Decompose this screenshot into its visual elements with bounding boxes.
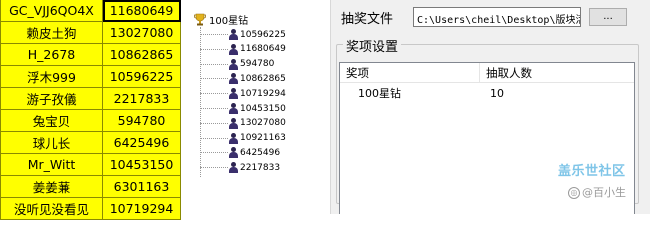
tree-item[interactable]: 10921163 <box>200 132 286 145</box>
person-icon <box>229 103 238 114</box>
tree-branch-line <box>200 93 228 95</box>
tree-branch-line <box>200 63 228 65</box>
tree-branch-line <box>200 78 228 80</box>
watermark-author: ◎ @百小生 <box>568 184 626 200</box>
prize-tree[interactable]: 100星钻 10596225 11680649 594780 10862865 1071… <box>190 0 330 214</box>
player-id-cell[interactable]: 10453150 <box>102 153 181 176</box>
tree-branch-line <box>200 167 228 169</box>
tree-branch-line <box>200 152 228 154</box>
player-name-cell[interactable]: 赖皮土狗 <box>0 21 103 44</box>
player-table: GC_VJJ6QO4X 11680649 赖皮土狗 13027080 H_2678 108… <box>0 0 181 220</box>
tree-item[interactable]: 2217833 <box>200 161 280 174</box>
tree-item-label: 11680649 <box>240 44 286 55</box>
player-id-cell[interactable]: 10596225 <box>102 65 181 88</box>
tree-item[interactable]: 11680649 <box>200 43 286 56</box>
player-name-cell[interactable]: 球儿长 <box>0 131 103 154</box>
watermark-title: 盖乐世社区 <box>558 164 626 179</box>
tree-item-label: 6425496 <box>240 147 281 158</box>
table-row[interactable]: 浮木999 10596225 <box>0 65 181 88</box>
table-row[interactable]: 姜姜蒹 6301163 <box>0 175 181 198</box>
table-row[interactable]: H_2678 10862865 <box>0 43 181 66</box>
lottery-file-label: 抽奖文件 <box>341 12 394 27</box>
table-row[interactable]: Mr_Witt 10453150 <box>0 153 181 176</box>
player-name-cell[interactable]: 没听见没看见 <box>0 197 103 220</box>
tree-item[interactable]: 10453150 <box>200 102 286 115</box>
tree-item-label: 13027080 <box>240 118 286 129</box>
player-name-cell[interactable]: Mr_Witt <box>0 153 103 176</box>
tree-item-label: 10921163 <box>240 133 286 144</box>
spreadsheet: GC_VJJ6QO4X 11680649 赖皮土狗 13027080 H_2678 108… <box>0 0 182 220</box>
tree-branch-line <box>200 34 228 35</box>
tree-item-label: 10596225 <box>240 29 286 40</box>
table-row[interactable]: 游子孜儀 2217833 <box>0 87 181 110</box>
player-name-cell[interactable]: 游子孜儀 <box>0 87 103 110</box>
browse-button[interactable]: ... <box>589 8 627 26</box>
table-row[interactable]: 没听见没看见 10719294 <box>0 197 181 220</box>
file-path-input[interactable]: C:\Users\cheil\Desktop\版块活 <box>413 7 581 27</box>
column-count[interactable]: 抽取人数 <box>480 63 636 83</box>
player-name-cell[interactable]: H_2678 <box>0 43 103 66</box>
lottery-settings-panel: 抽奖文件 C:\Users\cheil\Desktop\版块活 ... 奖项设置… <box>330 0 650 214</box>
tree-item[interactable]: 10862865 <box>200 72 286 85</box>
column-prize[interactable]: 奖项 <box>340 63 480 83</box>
tree-item[interactable]: 10596225 <box>200 28 286 41</box>
tree-branch-line <box>200 122 228 124</box>
person-icon <box>229 58 238 70</box>
person-icon <box>229 132 238 144</box>
weibo-icon: ◎ <box>568 187 580 199</box>
tree-branch-line <box>200 48 228 50</box>
tree-branch-line <box>200 137 228 139</box>
prize-row[interactable]: 100星钻 10 <box>340 84 634 104</box>
table-row[interactable]: 兔宝贝 594780 <box>0 109 181 132</box>
tree-item[interactable]: 10719294 <box>200 87 286 100</box>
tree-item-label: 2217833 <box>240 162 281 173</box>
player-id-cell[interactable]: 10719294 <box>102 197 181 220</box>
player-name-cell[interactable]: GC_VJJ6QO4X <box>0 0 103 22</box>
table-row[interactable]: 赖皮土狗 13027080 <box>0 21 181 44</box>
player-id-cell[interactable]: 594780 <box>102 109 181 132</box>
prize-list-header: 奖项 抽取人数 <box>340 63 634 83</box>
person-icon <box>229 88 238 100</box>
trophy-icon <box>194 13 206 25</box>
player-id-cell[interactable]: 13027080 <box>102 21 181 44</box>
tree-item[interactable]: 6425496 <box>200 146 280 159</box>
person-icon <box>229 43 238 55</box>
tree-branch-line <box>200 108 228 109</box>
player-id-cell[interactable]: 2217833 <box>102 87 181 110</box>
tree-item-label: 594780 <box>240 59 275 70</box>
tree-root-label: 100星钻 <box>209 15 249 27</box>
tree-root[interactable]: 100星钻 <box>194 10 248 28</box>
player-id-cell[interactable]: 11680649 <box>102 0 181 22</box>
player-name-cell[interactable]: 兔宝贝 <box>0 109 103 132</box>
person-icon <box>229 73 238 85</box>
tree-item-label: 10862865 <box>240 73 286 84</box>
tree-item-label: 10453150 <box>240 103 286 114</box>
tree-item[interactable]: 594780 <box>200 58 274 71</box>
player-id-cell[interactable]: 6425496 <box>102 131 181 154</box>
table-row[interactable]: 球儿长 6425496 <box>0 131 181 154</box>
prize-settings-title: 奖项设置 <box>343 36 402 55</box>
prize-count: 10 <box>490 87 504 100</box>
table-row[interactable]: GC_VJJ6QO4X 11680649 <box>0 0 181 22</box>
player-id-cell[interactable]: 6301163 <box>102 175 181 198</box>
tree-item[interactable]: 13027080 <box>200 117 286 130</box>
person-icon <box>229 117 238 129</box>
watermark-author-text: @百小生 <box>582 186 626 199</box>
tree-item-label: 10719294 <box>240 88 286 99</box>
player-name-cell[interactable]: 姜姜蒹 <box>0 175 103 198</box>
prize-name: 100星钻 <box>358 87 401 100</box>
player-name-cell[interactable]: 浮木999 <box>0 65 103 88</box>
person-icon <box>229 147 238 159</box>
person-icon <box>229 162 238 174</box>
player-id-cell[interactable]: 10862865 <box>102 43 181 66</box>
person-icon <box>229 29 238 40</box>
